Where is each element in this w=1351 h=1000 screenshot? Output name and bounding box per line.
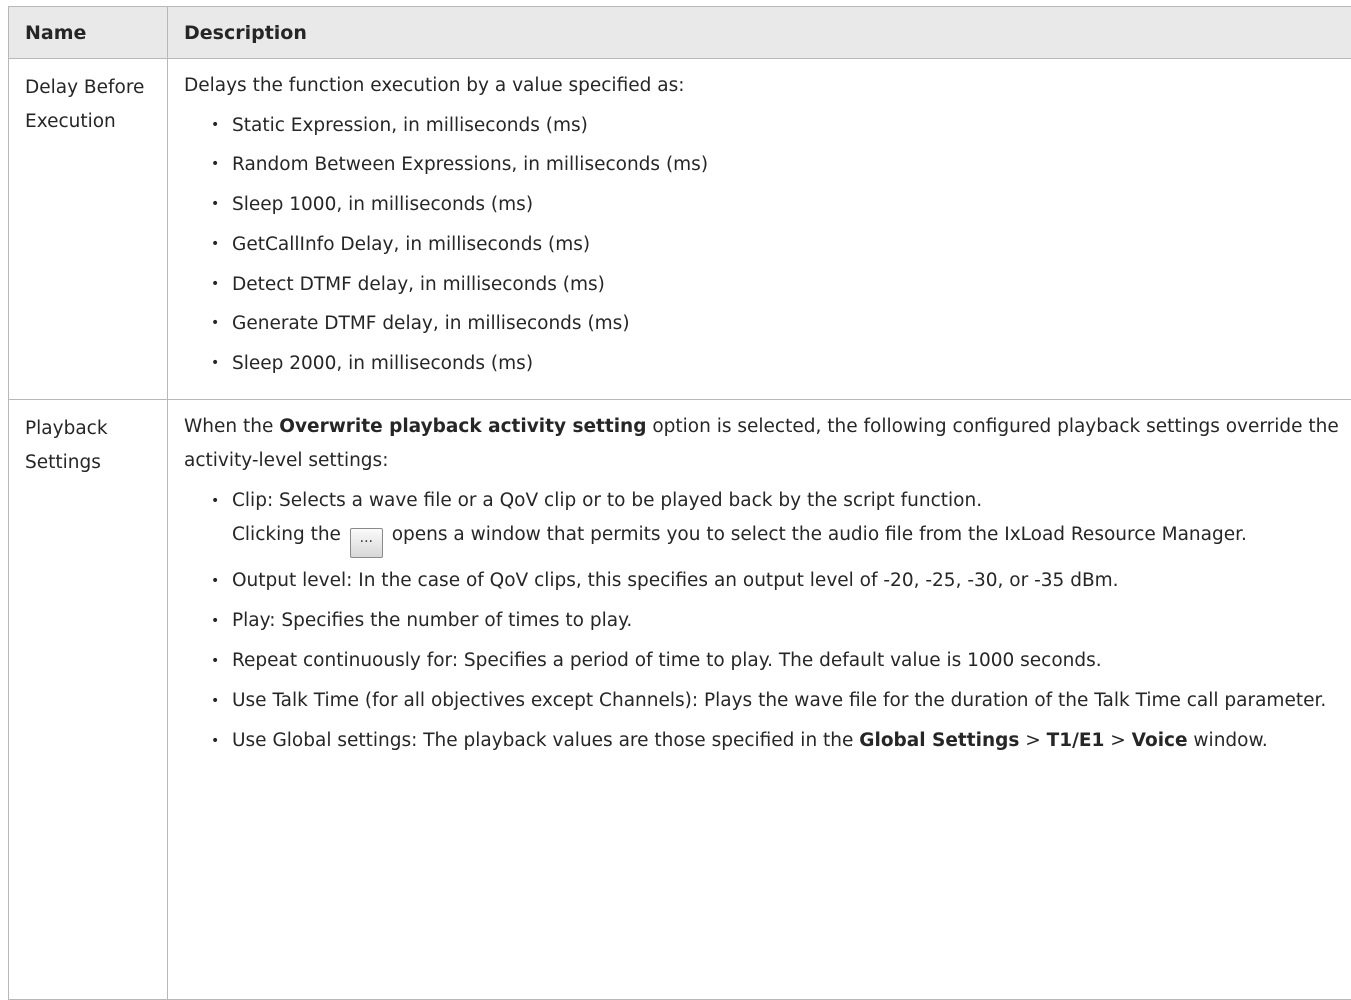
intro-text: When the (184, 416, 279, 437)
list-item-text: Use Global settings: The playback values… (232, 730, 859, 751)
bullet-icon: • (211, 268, 219, 302)
bullet-icon: • (211, 724, 219, 758)
list-item-text: Detect DTMF delay, in milliseconds (ms) (232, 274, 605, 295)
list-item: •Random Between Expressions, in millisec… (232, 148, 1346, 182)
bullet-icon: • (211, 484, 219, 518)
bullet-icon: • (211, 684, 219, 718)
list-item-text: Clip: Selects a wave file or a QoV clip … (232, 490, 982, 511)
list-item-text: window. (1188, 730, 1268, 751)
header-name: Name (9, 7, 168, 59)
description-intro: Delays the function execution by a value… (184, 69, 1346, 103)
browse-ellipsis-button[interactable]: ... (350, 528, 383, 558)
list-item-text: Random Between Expressions, in milliseco… (232, 154, 708, 175)
list-item-text: GetCallInfo Delay, in milliseconds (ms) (232, 234, 590, 255)
table-row: Delay Before Execution Delays the functi… (9, 59, 1351, 400)
list-item: •Static Expression, in milliseconds (ms) (232, 109, 1346, 143)
row-description-delay: Delays the function execution by a value… (168, 59, 1351, 400)
row-name-playback-settings: Playback Settings (9, 400, 168, 1000)
menu-path-voice: Voice (1132, 730, 1188, 751)
list-item: •Use Talk Time (for all objectives excep… (232, 684, 1346, 718)
list-item-text: Static Expression, in milliseconds (ms) (232, 115, 588, 136)
menu-path-t1e1: T1/E1 (1047, 730, 1105, 751)
list-item-text: Repeat continuously for: Specifies a per… (232, 650, 1102, 671)
bullet-icon: • (211, 109, 219, 143)
list-item: •Play: Specifies the number of times to … (232, 604, 1346, 638)
list-item: •GetCallInfo Delay, in milliseconds (ms) (232, 228, 1346, 262)
list-item-text: Generate DTMF delay, in milliseconds (ms… (232, 313, 630, 334)
list-item: •Repeat continuously for: Specifies a pe… (232, 644, 1346, 678)
list-item-text: Sleep 1000, in milliseconds (ms) (232, 194, 533, 215)
bullet-icon: • (211, 604, 219, 638)
delay-options-list: •Static Expression, in milliseconds (ms)… (184, 109, 1346, 381)
list-item-text: opens a window that permits you to selec… (386, 524, 1247, 545)
row-name-delay-before-execution: Delay Before Execution (9, 59, 168, 400)
list-item-text: Use Talk Time (for all objectives except… (232, 690, 1326, 711)
bullet-icon: • (211, 307, 219, 341)
path-separator: > (1019, 730, 1046, 751)
list-item: •Sleep 2000, in milliseconds (ms) (232, 347, 1346, 381)
parameters-table: Name Description Delay Before Execution … (8, 6, 1351, 1000)
list-item: •Sleep 1000, in milliseconds (ms) (232, 188, 1346, 222)
bullet-icon: • (211, 564, 219, 598)
bullet-icon: • (211, 644, 219, 678)
path-separator: > (1104, 730, 1131, 751)
bullet-icon: • (211, 228, 219, 262)
description-intro: When the Overwrite playback activity set… (184, 410, 1346, 478)
list-item: •Detect DTMF delay, in milliseconds (ms) (232, 268, 1346, 302)
list-item: •Output level: In the case of QoV clips,… (232, 564, 1346, 598)
list-item: •Use Global settings: The playback value… (232, 724, 1346, 758)
header-description: Description (168, 7, 1351, 59)
list-item-text: Play: Specifies the number of times to p… (232, 610, 632, 631)
table-header-row: Name Description (9, 7, 1351, 59)
menu-path-global-settings: Global Settings (859, 730, 1019, 751)
list-item-text: Sleep 2000, in milliseconds (ms) (232, 353, 533, 374)
playback-options-list: • Clip: Selects a wave file or a QoV clip… (184, 484, 1346, 758)
bullet-icon: • (211, 188, 219, 222)
list-item-text: Output level: In the case of QoV clips, … (232, 570, 1119, 591)
option-name: Overwrite playback activity setting (279, 416, 646, 437)
bullet-icon: • (211, 347, 219, 381)
list-item-clip: •Clip: Selects a wave file or a QoV clip… (232, 484, 1346, 558)
bullet-icon: • (211, 148, 219, 182)
list-item: •Generate DTMF delay, in milliseconds (m… (232, 307, 1346, 341)
table-row: Playback Settings When the Overwrite pla… (9, 400, 1351, 1000)
row-description-playback: When the Overwrite playback activity set… (168, 400, 1351, 1000)
list-item-text: Clicking the (232, 524, 347, 545)
